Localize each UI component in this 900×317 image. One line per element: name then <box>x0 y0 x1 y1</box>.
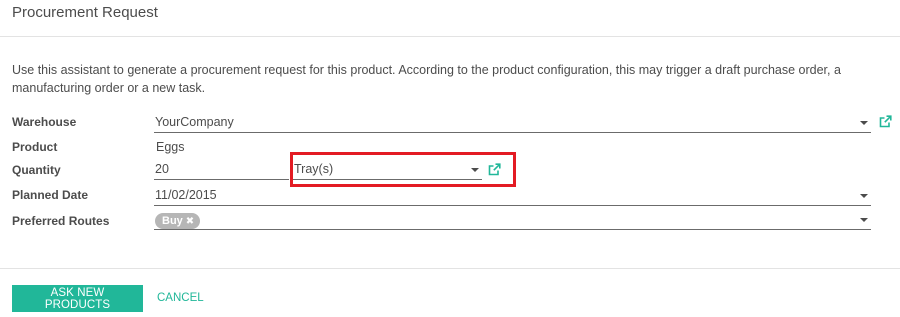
preferred-routes-label: Preferred Routes <box>12 214 110 228</box>
product-label: Product <box>12 140 58 154</box>
quantity-value: 20 <box>155 162 169 176</box>
external-link-icon[interactable] <box>879 115 892 128</box>
product-value: Eggs <box>156 140 185 154</box>
tag-remove-icon[interactable]: ✖ <box>186 216 194 227</box>
ask-new-products-button[interactable]: ASK NEW PRODUCTS <box>12 285 143 312</box>
warehouse-select[interactable]: YourCompany <box>154 113 871 133</box>
chevron-down-icon[interactable] <box>860 194 868 198</box>
warehouse-label: Warehouse <box>12 115 77 129</box>
chevron-down-icon[interactable] <box>860 218 868 222</box>
footer-divider <box>0 268 900 269</box>
intro-text: Use this assistant to generate a procure… <box>12 63 841 95</box>
highlight-box <box>290 152 516 187</box>
warehouse-value: YourCompany <box>155 115 234 129</box>
route-tag-buy: Buy ✖ <box>155 213 201 229</box>
quantity-input[interactable]: 20 <box>154 160 289 180</box>
dialog-title: Procurement Request <box>12 4 158 21</box>
planned-date-input[interactable]: 11/02/2015 <box>154 186 871 206</box>
planned-date-value: 11/02/2015 <box>155 188 217 202</box>
route-tag-label: Buy <box>162 215 183 227</box>
planned-date-label: Planned Date <box>12 188 89 202</box>
preferred-routes-input[interactable] <box>154 210 871 230</box>
cancel-button[interactable]: CANCEL <box>157 292 204 304</box>
chevron-down-icon[interactable] <box>860 121 868 125</box>
quantity-label: Quantity <box>12 163 61 177</box>
dialog-header: Procurement Request <box>0 0 900 37</box>
